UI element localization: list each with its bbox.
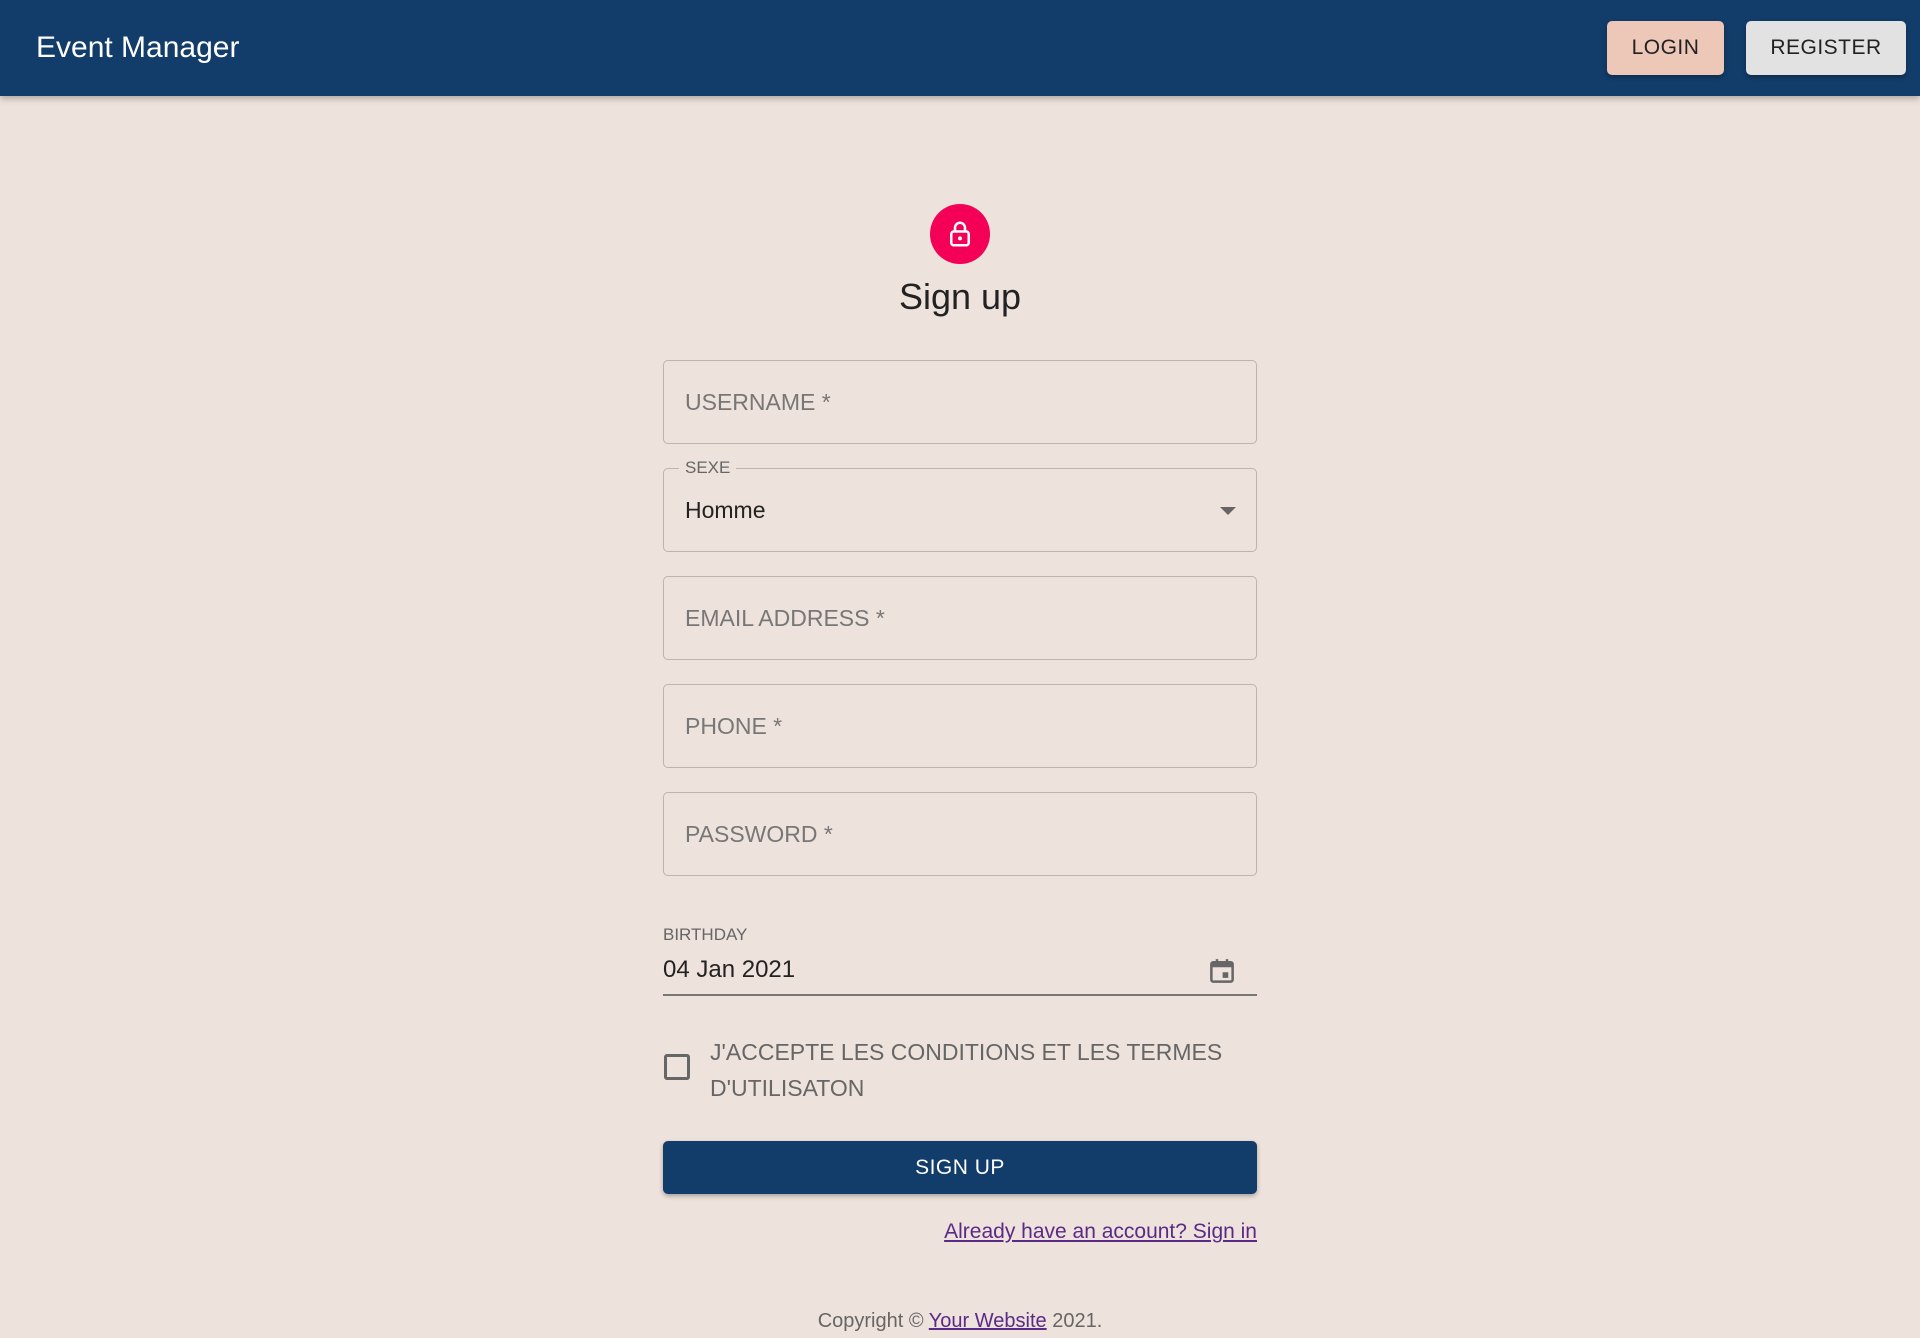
avatar	[930, 204, 990, 264]
login-button[interactable]: LOGIN	[1607, 21, 1724, 75]
website-link[interactable]: Your Website	[929, 1310, 1047, 1332]
terms-checkbox[interactable]	[664, 1054, 690, 1080]
birthday-label: BIRTHDAY	[663, 925, 748, 944]
lock-icon	[950, 221, 970, 247]
copyright-prefix: Copyright ©	[817, 1310, 924, 1332]
app-bar: Event Manager LOGIN REGISTER	[0, 0, 1920, 96]
birthday-field[interactable]: 04 Jan 2021	[663, 950, 1257, 996]
copyright-year: 2021.	[1052, 1310, 1103, 1332]
birthday-value: 04 Jan 2021	[663, 956, 796, 983]
sexe-value: Homme	[685, 497, 766, 523]
sexe-select[interactable]: SEXE Homme	[663, 458, 1257, 552]
sign-in-link[interactable]: Already have an account? Sign in	[944, 1220, 1257, 1244]
phone-field[interactable]: PHONE *	[663, 684, 1257, 768]
username-field[interactable]: USERNAME *	[663, 360, 1257, 444]
sign-up-button[interactable]: SIGN UP	[663, 1141, 1257, 1194]
password-field[interactable]: PASSWORD *	[663, 792, 1257, 876]
register-button[interactable]: REGISTER	[1746, 21, 1906, 75]
calendar-icon[interactable]	[1207, 956, 1237, 986]
copyright: Copyright © Your Website 2021.	[0, 1310, 1920, 1333]
app-title: Event Manager	[36, 31, 240, 64]
page-title: Sign up	[898, 276, 1022, 317]
terms-label[interactable]: J'ACCEPTE LES CONDITIONS ET LES TERMES D…	[710, 1034, 1230, 1106]
chevron-down-icon	[1220, 507, 1236, 515]
email-field[interactable]: EMAIL ADDRESS *	[663, 576, 1257, 660]
